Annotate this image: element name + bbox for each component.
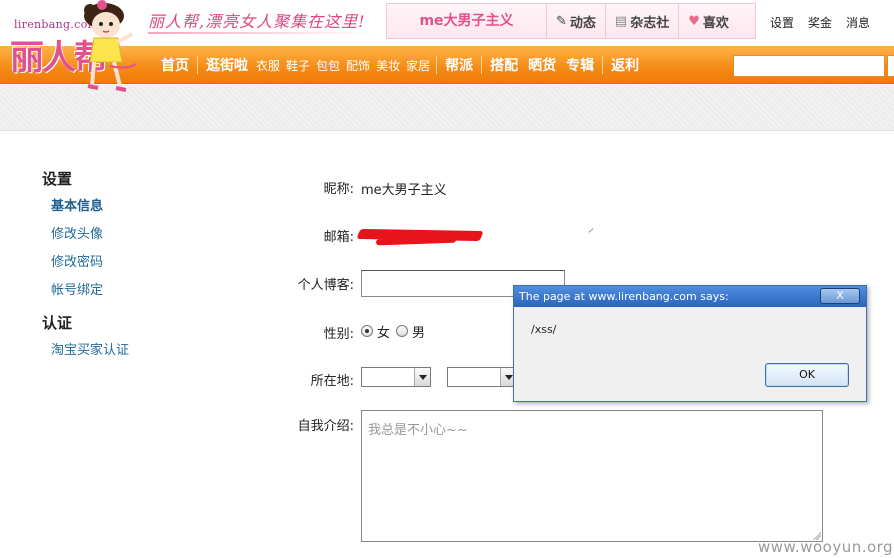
sidebar-item-account-binding[interactable]: 帐号绑定 [51, 279, 129, 298]
alert-dialog: The page at www.lirenbang.com says: X /x… [513, 285, 867, 402]
nickname-value: me大男子主义 [361, 183, 447, 198]
nav-item[interactable]: 专辑 [561, 55, 599, 75]
sidebar-item-password[interactable]: 修改密码 [51, 251, 129, 270]
nav-item[interactable]: 搭配 [485, 55, 523, 75]
settings-sidebar: 设置 基本信息 修改头像 修改密码 帐号绑定 认证 淘宝买家认证 [42, 168, 129, 367]
site-header: lirenbang.com 丽人帮 丽人帮,漂亮女人聚集在这里! me大男子主义… [0, 0, 894, 92]
chevron-down-icon [414, 368, 430, 386]
sidebar-item-avatar[interactable]: 修改头像 [51, 223, 129, 242]
city-select[interactable] [447, 367, 517, 387]
bio-textarea[interactable]: 我总是不小心~~ [361, 410, 823, 542]
pencil-icon: ✎ [556, 13, 567, 29]
sidebar-item-basic-info[interactable]: 基本信息 [51, 195, 129, 214]
top-link-settings[interactable]: 设置 [770, 14, 794, 31]
gender-female-label: 女 [377, 326, 391, 341]
blog-label: 个人博客: [297, 278, 354, 293]
gender-female-radio[interactable] [361, 325, 373, 337]
nav-item[interactable]: 家居 [403, 57, 433, 74]
sidebar-heading-verify: 认证 [42, 314, 73, 332]
user-bar: me大男子主义 ✎ 动态 ▤ 杂志社 ♥ 喜欢 [386, 3, 756, 39]
nav-item[interactable]: 鞋子 [283, 57, 313, 74]
nickname-label: 昵称: [323, 182, 354, 197]
dialog-title: The page at www.lirenbang.com says: [519, 290, 729, 303]
nav-item[interactable]: 逛街啦 [201, 55, 253, 75]
nav-separator [481, 56, 483, 74]
nav-separator [197, 56, 198, 74]
stray-mark [588, 228, 594, 233]
nav-item[interactable]: 衣服 [253, 57, 283, 74]
bio-label: 自我介绍: [297, 419, 354, 434]
top-link-messages[interactable]: 消息 [846, 14, 870, 31]
email-label: 邮箱: [323, 230, 354, 245]
nav-separator [602, 56, 604, 74]
location-label: 所在地: [310, 374, 354, 389]
close-button[interactable]: X [820, 288, 860, 304]
nav-item[interactable]: 首页 [156, 55, 194, 75]
top-link-bonus[interactable]: 奖金 [808, 14, 832, 31]
nav-items: 首页 逛街啦 衣服 鞋子 包包 配饰 美妆 家居 帮派 搭配 晒货 专辑 返利 [156, 46, 644, 84]
user-link-label: 喜欢 [702, 15, 729, 31]
search-input[interactable] [733, 55, 885, 77]
bio-placeholder: 我总是不小心~~ [368, 423, 468, 438]
dialog-title-bar[interactable]: The page at www.lirenbang.com says: X [514, 286, 866, 307]
top-links: 设置 奖金 消息 [770, 14, 884, 31]
sidebar-item-taobao-verify[interactable]: 淘宝买家认证 [51, 339, 129, 358]
user-name-link[interactable]: me大男子主义 [387, 4, 547, 38]
search-button[interactable] [887, 55, 894, 77]
nav-separator [436, 56, 438, 74]
nav-item[interactable]: 包包 [313, 57, 343, 74]
slogan-underline [148, 32, 378, 34]
user-link-likes[interactable]: ♥ 喜欢 [679, 4, 738, 38]
user-link-activity[interactable]: ✎ 动态 [547, 4, 606, 38]
dialog-message: /xss/ [531, 323, 557, 336]
ok-button[interactable]: OK [765, 363, 849, 387]
heart-icon: ♥ [688, 13, 700, 29]
province-select[interactable] [361, 367, 431, 387]
magazine-icon: ▤ [614, 13, 628, 29]
nav-item[interactable]: 配饰 [343, 57, 373, 74]
nav-item[interactable]: 美妆 [373, 57, 403, 74]
watermark: www.wooyun.org [758, 538, 894, 556]
user-link-label: 杂志社 [630, 15, 670, 31]
nav-item[interactable]: 返利 [606, 55, 644, 75]
site-logo[interactable]: lirenbang.com 丽人帮 [0, 0, 140, 95]
nav-item[interactable]: 帮派 [440, 55, 478, 75]
user-link-magazine[interactable]: ▤ 杂志社 [606, 4, 680, 38]
gender-male-radio[interactable] [396, 325, 408, 337]
gender-label: 性别: [323, 327, 354, 342]
gender-male-label: 男 [412, 326, 426, 341]
sidebar-heading-settings: 设置 [42, 170, 73, 188]
logo-girl-illustration [84, 0, 137, 92]
nav-item[interactable]: 晒货 [523, 55, 561, 75]
site-slogan: 丽人帮,漂亮女人聚集在这里! [148, 12, 366, 31]
user-link-label: 动态 [569, 15, 596, 31]
